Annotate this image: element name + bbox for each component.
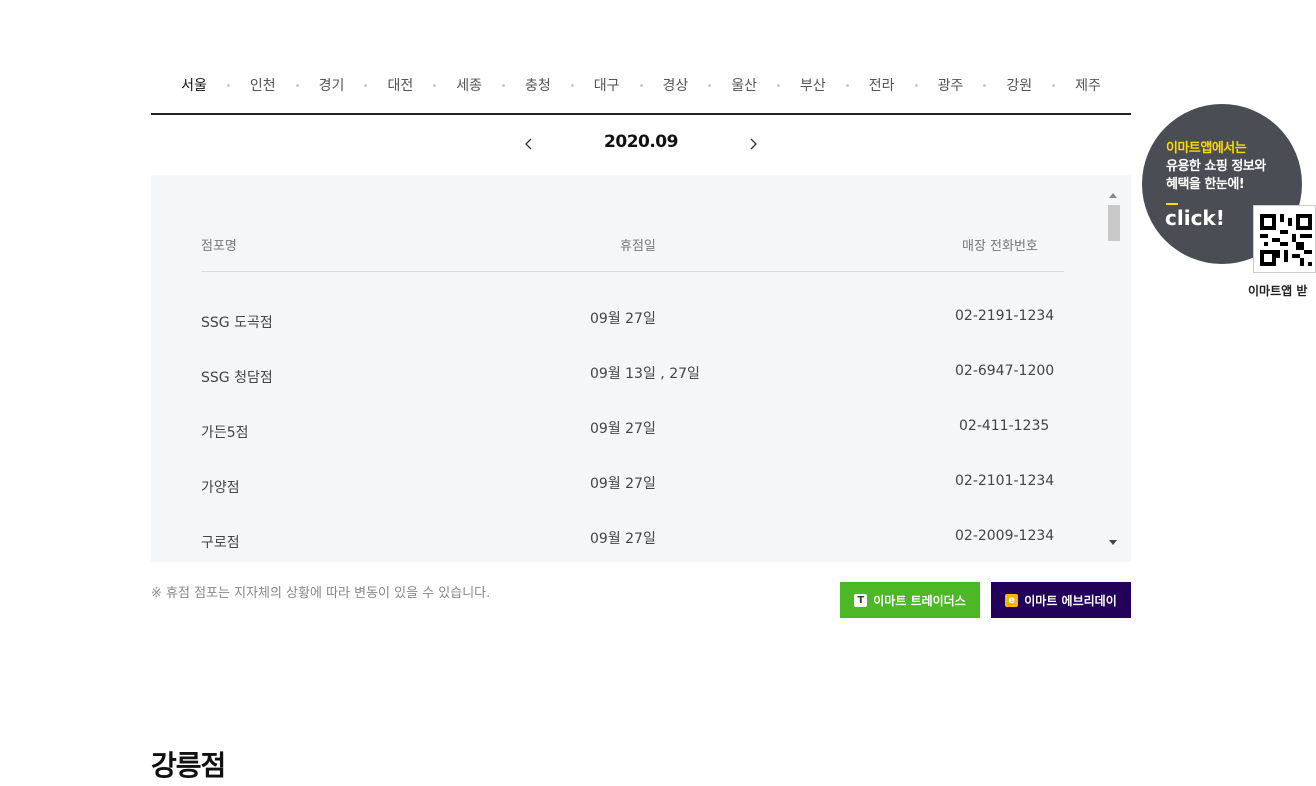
promo-line-3: 혜택을 한눈에! [1166, 177, 1245, 192]
qr-caption: 이마트앱 받 [1248, 284, 1308, 298]
emart-traders-button[interactable]: T 이마트 트레이더스 [840, 582, 980, 618]
region-tab[interactable]: 충청 [525, 75, 551, 95]
closing-date: 09월 27일 [590, 531, 656, 547]
region-tab[interactable]: 제주 [1075, 75, 1101, 95]
store-name: SSG 청담점 [201, 370, 273, 386]
promo-line-2: 유용한 쇼핑 정보와 [1166, 159, 1266, 174]
prev-month-button[interactable] [519, 134, 539, 154]
store-name: 가양점 [201, 480, 240, 496]
table-row: 가양점 09월 27일 02-2101-1234 [201, 473, 1064, 503]
store-name: SSG 도곡점 [201, 315, 273, 331]
region-tabs-divider [151, 113, 1131, 115]
emart-everyday-button[interactable]: e 이마트 에브리데이 [991, 582, 1131, 618]
table-header: 점포명 휴점일 매장 전화번호 [201, 233, 1064, 272]
closing-date: 09월 13일 , 27일 [590, 366, 700, 382]
region-tab[interactable]: 인천 [250, 75, 276, 95]
region-tab[interactable]: 대전 [387, 75, 413, 95]
traders-logo-icon: T [854, 593, 868, 607]
chevron-left-icon [525, 138, 532, 150]
region-separator-dot [845, 83, 849, 87]
region-separator-dot [295, 83, 299, 87]
closure-notice: ※ 휴점 점포는 지자체의 상황에 따라 변동이 있을 수 있습니다. [151, 586, 491, 601]
next-month-button[interactable] [743, 134, 763, 154]
region-separator-dot [1052, 83, 1056, 87]
scroll-down-arrow-icon[interactable] [1108, 537, 1118, 547]
closing-date: 09월 27일 [590, 311, 656, 327]
app-qr-code[interactable] [1253, 205, 1316, 273]
store-name: 구로점 [201, 535, 240, 551]
region-tab[interactable]: 세종 [456, 75, 482, 95]
everyday-button-label: 이마트 에브리데이 [1024, 593, 1117, 608]
region-separator-dot [983, 83, 987, 87]
store-phone: 02-6947-1200 [955, 363, 1055, 379]
table-row: SSG 도곡점 09월 27일 02-2191-1234 [201, 308, 1064, 338]
region-tab[interactable]: 전라 [869, 75, 895, 95]
promo-click-label: click! [1165, 206, 1225, 230]
traders-button-label: 이마트 트레이더스 [873, 593, 966, 608]
header-closing-date: 휴점일 [620, 239, 656, 254]
region-tab[interactable]: 부산 [800, 75, 826, 95]
table-scrollbar[interactable] [1105, 189, 1121, 549]
region-separator-dot [364, 83, 368, 87]
region-separator-dot [570, 83, 574, 87]
region-tab[interactable]: 울산 [731, 75, 757, 95]
store-phone: 02-411-1235 [959, 418, 1050, 434]
region-tab[interactable]: 서울 [181, 75, 207, 95]
region-tabs: 서울 인천 경기 대전 세종 충청 대구 경상 울산 부산 전라 광주 강원 제주 [151, 70, 1131, 100]
scroll-up-arrow-icon[interactable] [1108, 191, 1118, 201]
region-tab[interactable]: 대구 [594, 75, 620, 95]
table-row: 가든5점 09월 27일 02-411-1235 [201, 418, 1064, 448]
promo-line-1: 이마트앱에서는 [1166, 141, 1247, 156]
closing-date: 09월 27일 [590, 476, 656, 492]
qr-code-icon [1260, 214, 1312, 266]
region-separator-dot [226, 83, 230, 87]
table-row: 구로점 09월 27일 02-2009-1234 [201, 528, 1064, 558]
chevron-right-icon [750, 138, 757, 150]
closing-date: 09월 27일 [590, 421, 656, 437]
header-store-name: 점포명 [201, 239, 237, 254]
closure-table-panel: 점포명 휴점일 매장 전화번호 SSG 도곡점 09월 27일 02-2191-… [151, 175, 1131, 562]
everyday-logo-icon: e [1005, 593, 1019, 607]
store-section-title: 강릉점 [151, 749, 226, 782]
region-separator-dot [914, 83, 918, 87]
region-separator-dot [639, 83, 643, 87]
store-phone: 02-2009-1234 [955, 528, 1055, 544]
promo-accent-dash [1166, 203, 1178, 205]
region-tab[interactable]: 경상 [663, 75, 689, 95]
scrollbar-thumb[interactable] [1108, 205, 1120, 241]
region-separator-dot [433, 83, 437, 87]
header-phone: 매장 전화번호 [962, 239, 1038, 254]
store-phone: 02-2191-1234 [955, 308, 1055, 324]
region-tab[interactable]: 광주 [938, 75, 964, 95]
store-phone: 02-2101-1234 [955, 473, 1055, 489]
table-row: SSG 청담점 09월 13일 , 27일 02-6947-1200 [201, 363, 1064, 393]
region-separator-dot [708, 83, 712, 87]
current-month: 2020.09 [604, 132, 678, 152]
region-tab[interactable]: 경기 [319, 75, 345, 95]
scrollbar-track[interactable] [1107, 203, 1119, 535]
store-name: 가든5점 [201, 425, 249, 441]
region-separator-dot [501, 83, 505, 87]
region-separator-dot [777, 83, 781, 87]
month-navigator: 2020.09 [151, 128, 1131, 160]
region-tab[interactable]: 강원 [1006, 75, 1032, 95]
